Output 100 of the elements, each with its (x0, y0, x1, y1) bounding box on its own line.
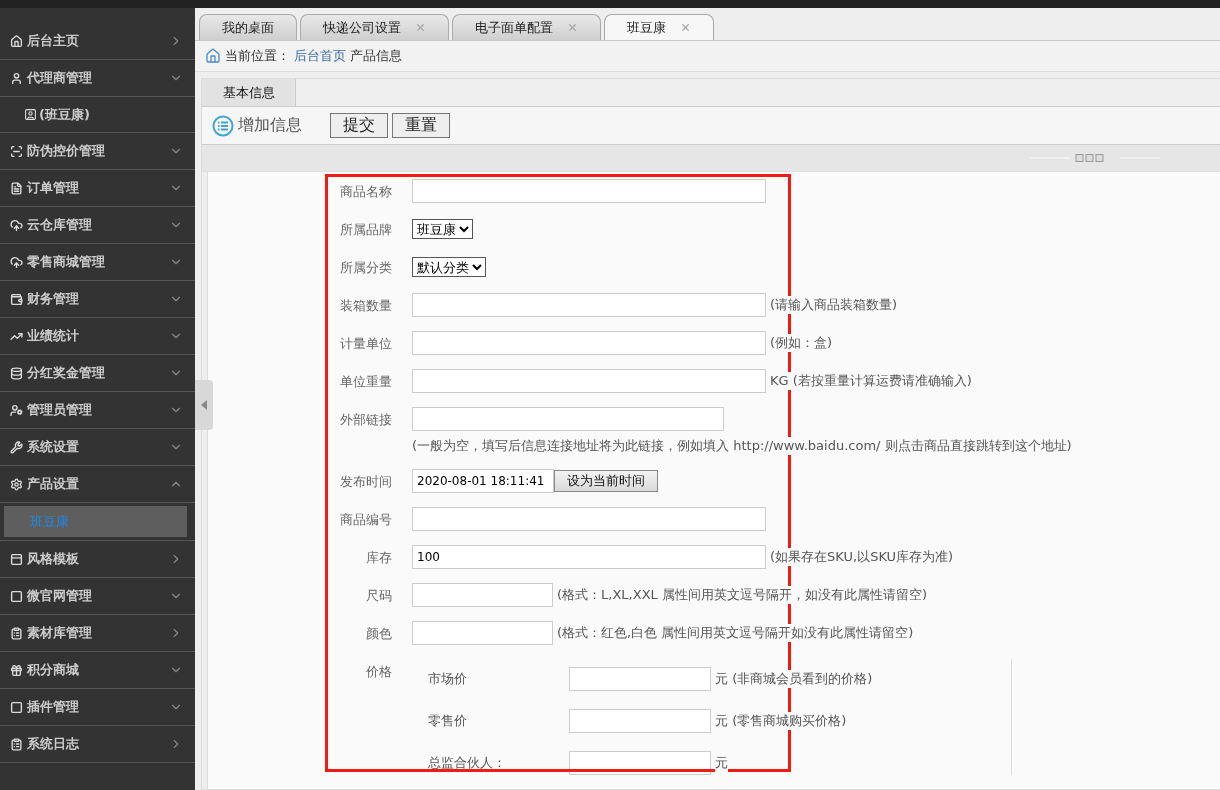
sidebar-label: 素材库管理 (27, 624, 92, 642)
panel-tab[interactable]: 基本信息 (202, 79, 296, 106)
close-icon[interactable] (567, 22, 578, 33)
sidebar-item[interactable]: 业绩统计 (0, 318, 195, 355)
price-field[interactable] (569, 667, 711, 691)
sidebar-label: 业绩统计 (27, 327, 79, 345)
sidebar-item[interactable]: 代理商管理 (0, 60, 195, 97)
field-hint: (一般为空，填写后信息连接地址将为此链接，例如填入 http://www.baidu.com/ 则点击商品直接跳转到这个地址) (412, 437, 1072, 455)
home-icon (205, 48, 221, 64)
dropdown-field[interactable]: 默认分类 (412, 257, 486, 277)
date-time-field[interactable]: 2020-08-01 18:11:41 (412, 469, 554, 493)
page-tab[interactable]: 电子面单配置 (452, 14, 601, 40)
close-icon[interactable] (680, 22, 691, 33)
text-field[interactable] (412, 331, 766, 355)
sidebar-label: 代理商管理 (27, 69, 92, 87)
list-icon (212, 114, 234, 137)
sidebar-label: 系统设置 (27, 438, 79, 456)
text-field[interactable]: 100 (412, 545, 766, 569)
price-hint: 元 (非商城会员看到的价格) (715, 670, 873, 688)
sidebar-item[interactable]: 积分商城 (0, 652, 195, 689)
field-hint: (格式：L,XL,XXL 属性间用英文逗号隔开，如没有此属性请留空) (557, 586, 927, 604)
layout-icon (10, 552, 23, 566)
field-hint: (如果存在SKU,以SKU库存为准) (770, 548, 954, 566)
close-icon[interactable] (415, 22, 426, 33)
sidebar-label: 风格模板 (27, 550, 79, 568)
user-icon (10, 71, 23, 85)
sidebar-item[interactable]: 防伪控价管理 (0, 133, 195, 170)
sidebar-item[interactable]: 素材库管理 (0, 615, 195, 652)
sidebar-label: 系统日志 (27, 735, 79, 753)
user-gear-icon (10, 403, 23, 417)
wallet-icon (10, 292, 23, 306)
gift-icon (10, 663, 23, 677)
sidebar-label: 插件管理 (27, 698, 79, 716)
sidebar-label: 管理员管理 (27, 401, 92, 419)
collapse-handle[interactable] (195, 380, 213, 430)
price-label: 总监合伙人： (428, 754, 507, 772)
breadcrumb-link[interactable]: 后台首页 (294, 47, 346, 65)
price-field[interactable] (569, 709, 711, 733)
sidebar-label: 积分商城 (27, 661, 79, 679)
field-label: 价格 (365, 663, 392, 681)
square-icon (10, 700, 23, 714)
page-tab[interactable]: 快递公司设置 (300, 14, 449, 40)
field-hint: KG (若按重量计算运费请准确输入) (770, 372, 972, 390)
set-current-time-button[interactable]: 设为当前时间 (554, 470, 658, 492)
text-field[interactable] (412, 369, 766, 393)
sidebar-label: 财务管理 (27, 290, 79, 308)
sidebar-item[interactable]: 零售商城管理 (0, 244, 195, 281)
sidebar-label: 后台主页 (27, 32, 79, 50)
toolbar-title: 增加信息 (238, 115, 302, 136)
sidebar-item[interactable]: 财务管理 (0, 281, 195, 318)
sidebar-item[interactable]: 系统设置 (0, 429, 195, 466)
field-label: 颜色 (365, 625, 392, 643)
gear-icon (10, 477, 23, 491)
field-label: 外部链接 (339, 411, 392, 429)
text-field[interactable] (412, 293, 766, 317)
page-tab[interactable]: 我的桌面 (199, 14, 297, 40)
sidebar-item[interactable]: 插件管理 (0, 689, 195, 726)
sidebar-item[interactable]: 云仓库管理 (0, 207, 195, 244)
price-label: 市场价 (428, 670, 468, 688)
text-field[interactable] (412, 179, 766, 203)
sidebar-item[interactable]: 系统日志 (0, 726, 195, 763)
field-label: 计量单位 (339, 335, 392, 353)
sidebar-item[interactable]: 微官网管理 (0, 578, 195, 615)
square-icon (10, 589, 23, 603)
sidebar-label: 零售商城管理 (27, 253, 105, 271)
sidebar-item[interactable]: 订单管理 (0, 170, 195, 207)
field-label: 所属分类 (339, 259, 392, 277)
sidebar-label: 云仓库管理 (27, 216, 92, 234)
price-hint: 元 (715, 754, 728, 772)
field-label: 装箱数量 (339, 297, 392, 315)
cloud-upload-icon (10, 218, 23, 232)
sidebar-item[interactable]: 分红奖金管理 (0, 355, 195, 392)
price-label: 零售价 (428, 712, 468, 730)
field-label: 发布时间 (339, 473, 392, 491)
document-icon (10, 181, 23, 195)
cloud-upload-icon (10, 255, 23, 269)
page-tab[interactable]: 班豆康 (604, 14, 714, 40)
database-icon (10, 366, 23, 380)
clipboard-icon (10, 737, 23, 751)
field-hint: (格式：红色,白色 属性间用英文逗号隔开如没有此属性请留空) (557, 624, 914, 642)
text-field[interactable] (412, 583, 553, 607)
toolbar-button[interactable]: 提交 (330, 113, 388, 138)
sidebar-label: 防伪控价管理 (27, 142, 105, 160)
dropdown-field[interactable]: 班豆康 (412, 219, 473, 239)
field-hint: (请输入商品装箱数量) (770, 296, 898, 314)
sidebar-item[interactable]: 风格模板 (0, 541, 195, 578)
breadcrumb-label: 当前位置： (225, 47, 290, 65)
breadcrumb-current: 产品信息 (350, 47, 402, 65)
text-field[interactable] (412, 407, 724, 431)
id-card-icon (24, 108, 37, 121)
field-label: 商品编号 (339, 511, 392, 529)
sidebar-item[interactable]: 产品设置 (0, 466, 195, 503)
field-label: 所属品牌 (339, 221, 392, 239)
splitter-grip-icon[interactable] (1030, 154, 1160, 162)
field-hint: (例如：盒) (770, 334, 833, 352)
toolbar-button[interactable]: 重置 (392, 113, 450, 138)
text-field[interactable] (412, 507, 766, 531)
text-field[interactable] (412, 621, 553, 645)
scan-icon (10, 144, 23, 158)
sidebar-subitem[interactable]: (班豆康) (0, 97, 195, 132)
